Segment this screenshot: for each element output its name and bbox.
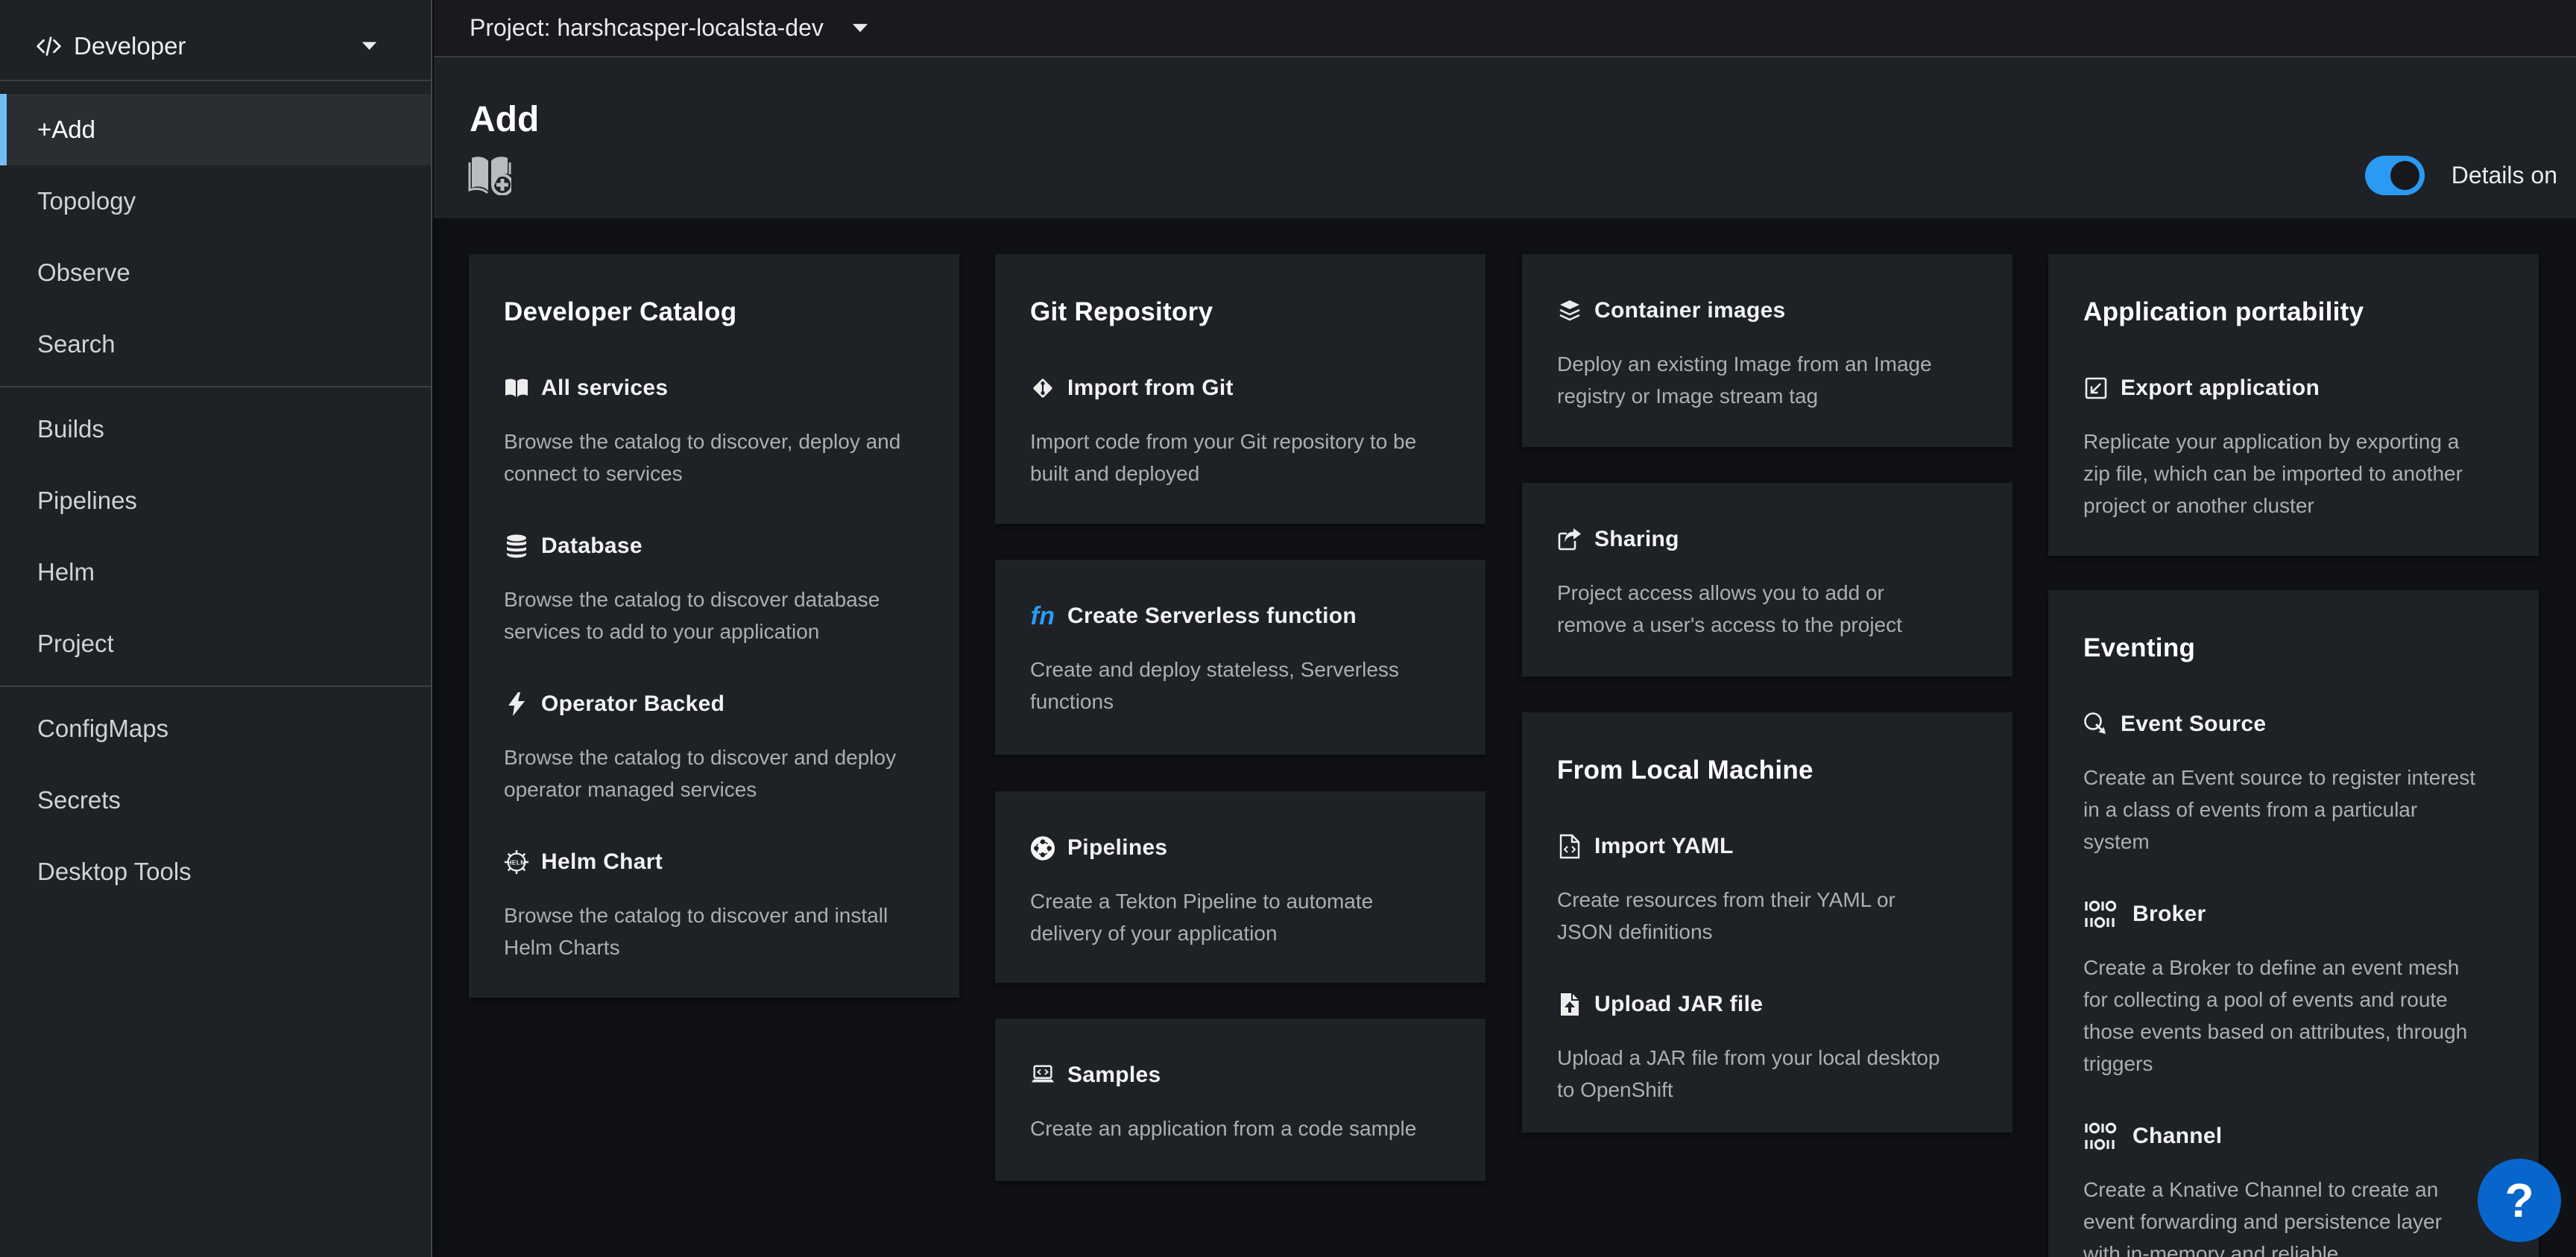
svg-text:HELM: HELM	[507, 858, 525, 866]
